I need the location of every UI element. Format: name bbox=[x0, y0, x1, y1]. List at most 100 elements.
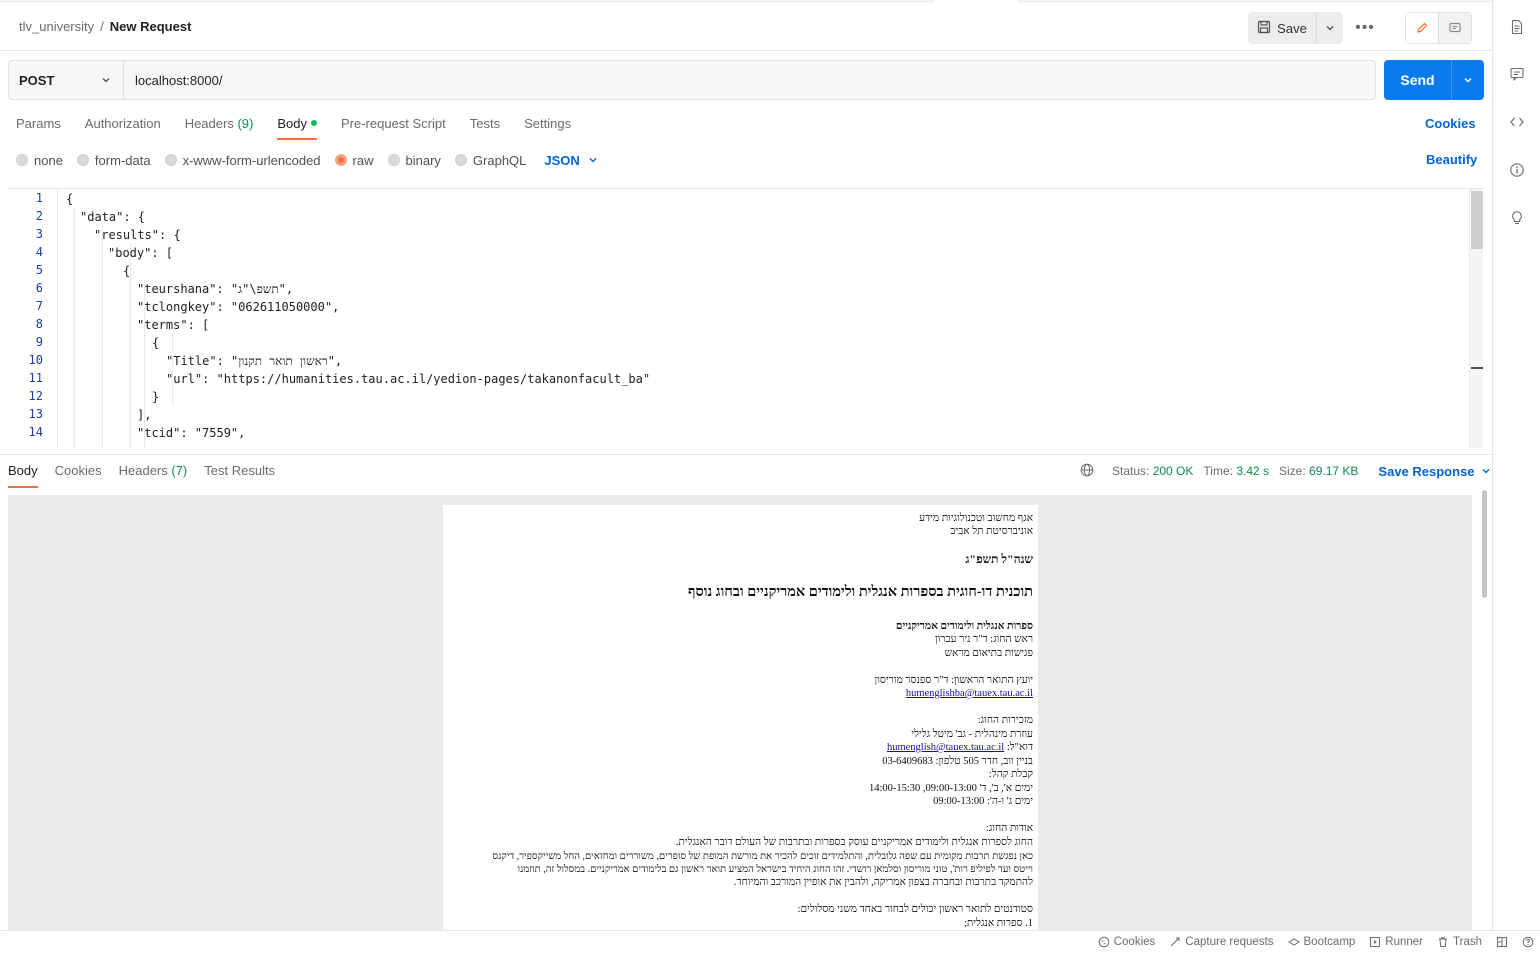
radio-button[interactable] bbox=[164, 154, 177, 166]
save-response-label: Save Response bbox=[1378, 463, 1475, 479]
doc-building: בניין ווב, חדר 505 טלפון: 03-6409683 bbox=[882, 756, 1033, 767]
doc-hours-2: ימים ג' ו-ה': 09:00-13:00 bbox=[933, 796, 1033, 807]
url-input[interactable] bbox=[124, 61, 1375, 99]
footer-runner[interactable]: Runner bbox=[1369, 936, 1423, 948]
tab-label: Body bbox=[8, 463, 38, 478]
info-icon[interactable] bbox=[1507, 160, 1527, 180]
tab-authorization[interactable]: Authorization bbox=[85, 112, 161, 140]
tab-params[interactable]: Params bbox=[16, 112, 61, 140]
code-line: } bbox=[152, 390, 160, 404]
response-tab-cookies[interactable]: Cookies bbox=[55, 460, 102, 488]
radio-label: none bbox=[34, 152, 63, 168]
globe-icon[interactable] bbox=[1080, 463, 1094, 480]
footer-cookies[interactable]: Cookies bbox=[1098, 936, 1156, 948]
tab-tests[interactable]: Tests bbox=[470, 112, 500, 140]
tab-label: Test Results bbox=[204, 463, 276, 478]
code-icon[interactable] bbox=[1507, 112, 1527, 132]
body-type-raw[interactable]: raw bbox=[334, 153, 374, 168]
indent-guide bbox=[74, 207, 75, 448]
code-area[interactable]: { "data": { "results": { "body": [ { "te… bbox=[66, 189, 1468, 448]
response-divider[interactable] bbox=[0, 454, 1492, 455]
documentation-icon[interactable] bbox=[1507, 17, 1527, 37]
body-type-none[interactable]: none bbox=[16, 153, 63, 168]
tab-headers[interactable]: Headers (9) bbox=[185, 112, 254, 140]
code-line: { bbox=[152, 336, 160, 350]
radio-label: GraphQL bbox=[472, 152, 527, 168]
code-line: ], bbox=[137, 408, 152, 422]
save-button[interactable]: Save bbox=[1248, 12, 1316, 44]
body-type-graphql[interactable]: GraphQL bbox=[454, 152, 527, 168]
format-select[interactable]: JSON bbox=[544, 153, 597, 168]
comment-mode-button[interactable] bbox=[1439, 13, 1471, 43]
radio-button[interactable] bbox=[454, 154, 467, 166]
doc-about-p1: החוג לספרות אנגלית ולימודים אמריקניים עו… bbox=[675, 837, 1033, 848]
body-type-binary[interactable]: binary bbox=[387, 153, 441, 168]
advisor-email-link[interactable]: humenglishba@tauex.tau.ac.il bbox=[906, 688, 1033, 699]
body-modified-dot bbox=[310, 120, 317, 126]
footer-capture-requests[interactable]: Capture requests bbox=[1169, 936, 1274, 948]
footer-trash[interactable]: Trash bbox=[1437, 936, 1482, 948]
editor-scrollbar[interactable] bbox=[1469, 189, 1483, 448]
response-tab-headers[interactable]: Headers (7) bbox=[119, 460, 188, 488]
code-line: "data": { bbox=[80, 210, 146, 224]
secretariat-email-link[interactable]: humenglish@tauex.tau.ac.il bbox=[887, 742, 1004, 753]
preview-scrollbar-thumb[interactable] bbox=[1482, 490, 1487, 598]
headers-count: (9) bbox=[237, 116, 254, 131]
line-number: 7 bbox=[35, 299, 43, 313]
tab-body[interactable]: Body bbox=[277, 112, 317, 140]
save-response-button[interactable]: Save Response bbox=[1378, 464, 1490, 479]
help-icon bbox=[1522, 936, 1534, 948]
line-number: 13 bbox=[28, 407, 43, 421]
method-select[interactable]: POST bbox=[9, 61, 124, 99]
body-type-urlencoded[interactable]: x-www-form-urlencoded bbox=[164, 152, 321, 168]
lightbulb-icon[interactable] bbox=[1507, 208, 1527, 228]
breadcrumb-workspace[interactable]: tlv_university bbox=[19, 19, 94, 34]
headers-count: (7) bbox=[171, 463, 188, 478]
time-info[interactable]: Time: 3.42 s bbox=[1203, 464, 1269, 478]
more-options-button[interactable]: ••• bbox=[1352, 12, 1378, 44]
size-value: 69.17 KB bbox=[1309, 464, 1359, 478]
radio-button-selected[interactable] bbox=[334, 154, 347, 166]
response-tab-test-results[interactable]: Test Results bbox=[204, 460, 275, 488]
footer-label: Cookies bbox=[1113, 936, 1156, 948]
radio-button[interactable] bbox=[16, 154, 28, 166]
preview-scrollbar[interactable] bbox=[1480, 488, 1488, 930]
layout-toggle-button[interactable] bbox=[1496, 936, 1508, 948]
time-label: Time: bbox=[1203, 464, 1233, 478]
doc-year: שנה"ל תשפ"ג bbox=[965, 552, 1033, 566]
radio-button[interactable] bbox=[387, 154, 400, 166]
response-tab-body[interactable]: Body bbox=[8, 460, 38, 488]
footer-label: Bootcamp bbox=[1303, 936, 1356, 948]
beautify-button[interactable]: Beautify bbox=[1426, 152, 1477, 167]
layout-icon bbox=[1497, 937, 1507, 947]
response-meta: Status: 200 OK Time: 3.42 s Size: 69.17 … bbox=[1080, 462, 1491, 480]
line-number: 4 bbox=[35, 245, 43, 259]
send-button[interactable]: Send bbox=[1384, 60, 1451, 100]
line-number: 1 bbox=[35, 191, 43, 205]
footer-bootcamp[interactable]: Bootcamp bbox=[1287, 936, 1356, 948]
help-button[interactable] bbox=[1522, 936, 1534, 948]
doc-reception: קבלת קהל: bbox=[988, 769, 1033, 780]
save-icon bbox=[1257, 20, 1271, 37]
edit-mode-button[interactable] bbox=[1406, 13, 1439, 43]
radio-button[interactable] bbox=[76, 154, 89, 166]
send-options-button[interactable] bbox=[1451, 60, 1484, 100]
tab-settings[interactable]: Settings bbox=[524, 112, 571, 140]
save-options-button[interactable] bbox=[1316, 12, 1343, 44]
editor-scrollbar-thumb[interactable] bbox=[1471, 191, 1483, 249]
cookies-link[interactable]: Cookies bbox=[1425, 116, 1476, 131]
code-line: "results": { bbox=[94, 228, 181, 242]
doc-email-line: דוא"ל: humenglish@tauex.tau.ac.il bbox=[887, 741, 1033, 754]
request-tabs: Params Authorization Headers (9) Body Pr… bbox=[16, 112, 571, 140]
line-number: 5 bbox=[35, 263, 43, 277]
body-type-form-data[interactable]: form-data bbox=[76, 153, 151, 168]
status-info[interactable]: Status: 200 OK bbox=[1112, 464, 1193, 478]
request-body-editor[interactable]: 1 2 3 4 5 6 7 8 9 10 11 12 13 14 { "data… bbox=[8, 188, 1484, 448]
comments-icon[interactable] bbox=[1507, 64, 1527, 84]
method-label: POST bbox=[19, 72, 55, 88]
request-name[interactable]: New Request bbox=[110, 19, 192, 34]
line-number: 10 bbox=[28, 353, 43, 367]
size-info[interactable]: Size: 69.17 KB bbox=[1279, 464, 1358, 478]
radio-label: x-www-form-urlencoded bbox=[182, 152, 321, 168]
tab-pre-request-script[interactable]: Pre-request Script bbox=[341, 112, 446, 140]
